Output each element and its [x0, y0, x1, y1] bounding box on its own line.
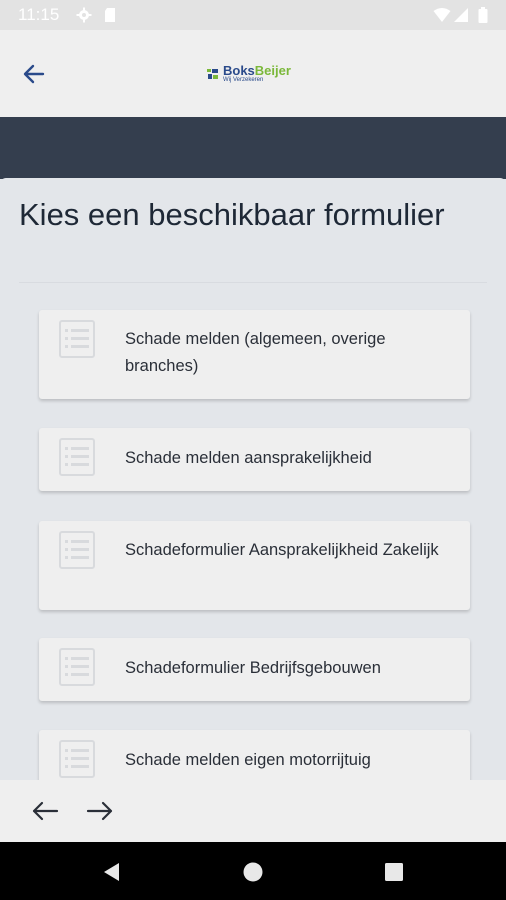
system-navigation-bar	[0, 842, 506, 900]
document-icon	[59, 438, 95, 476]
next-button[interactable]	[84, 797, 116, 825]
form-card[interactable]: Schadeformulier Aansprakelijkheid Zakeli…	[39, 521, 470, 610]
battery-icon	[478, 7, 488, 23]
form-card[interactable]: Schade melden (algemeen, overige branche…	[39, 310, 470, 399]
arrow-left-icon	[23, 64, 45, 84]
document-icon	[59, 320, 95, 358]
form-card-label: Schadeformulier Bedrijfsgebouwen	[125, 659, 381, 677]
form-card-label: Schade melden aansprakelijkheid	[125, 449, 372, 467]
form-card-label: Schade melden eigen motorrijtuig	[125, 751, 371, 769]
app-bar: BoksBeijer Wij Verzekeren	[0, 30, 506, 117]
document-icon	[59, 648, 95, 686]
arrow-left-icon	[32, 801, 59, 821]
previous-button[interactable]	[29, 797, 61, 825]
document-icon	[59, 740, 95, 778]
status-bar: 11:15	[0, 0, 506, 30]
form-card[interactable]: Schade melden eigen motorrijtuig	[39, 730, 470, 780]
content-sheet: Kies een beschikbaar formulier Schade me…	[0, 178, 506, 780]
form-card-label: Schade melden (algemeen, overige branche…	[125, 330, 386, 375]
gear-icon	[76, 7, 92, 23]
form-card[interactable]: Schadeformulier Bedrijfsgebouwen	[39, 638, 470, 701]
logo: BoksBeijer Wij Verzekeren	[206, 62, 291, 86]
home-circle-icon[interactable]	[242, 861, 264, 883]
form-card[interactable]: Schade melden aansprakelijkheid	[39, 428, 470, 491]
title-divider	[19, 282, 487, 283]
status-time: 11:15	[18, 5, 60, 24]
header-banner	[0, 117, 506, 179]
back-triangle-icon[interactable]	[101, 861, 123, 883]
back-button[interactable]	[16, 56, 52, 92]
page-title: Kies een beschikbaar formulier	[19, 197, 445, 232]
document-icon	[59, 531, 95, 569]
logo-tagline: Wij Verzekeren	[223, 77, 264, 83]
form-card-label: Schadeformulier Aansprakelijkheid Zakeli…	[125, 541, 439, 559]
logo-name-part1: Boks	[223, 63, 255, 78]
logo-mark-icon	[207, 69, 218, 79]
sd-card-icon	[105, 8, 115, 22]
arrow-right-icon	[86, 801, 113, 821]
recents-square-icon[interactable]	[383, 861, 405, 883]
logo-name-part2: Beijer	[254, 63, 291, 78]
wifi-icon	[433, 8, 451, 22]
bottom-navigation	[0, 780, 506, 842]
signal-icon	[454, 8, 468, 22]
